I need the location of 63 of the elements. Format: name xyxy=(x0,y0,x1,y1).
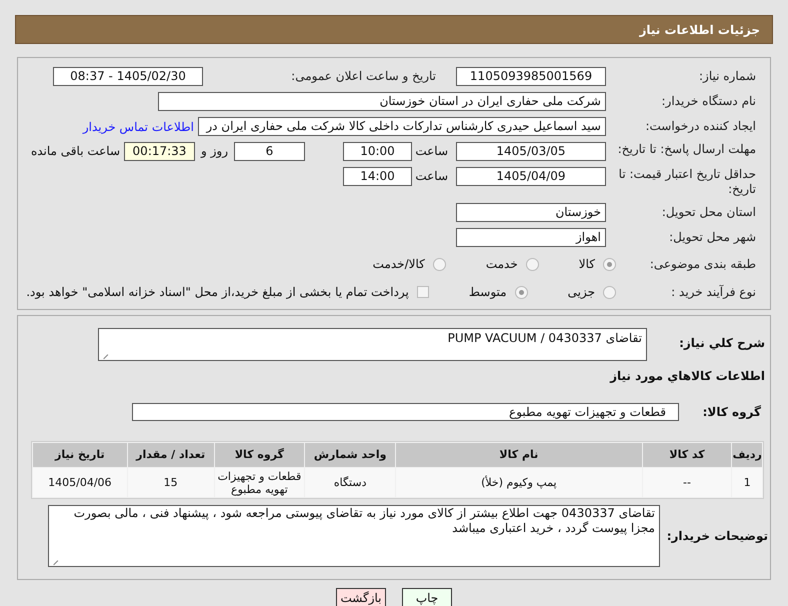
text-field[interactable]: 1105093985001569 xyxy=(456,67,606,86)
column-header: واحد شمارش xyxy=(305,443,396,467)
table-cell: -- xyxy=(642,468,732,497)
field-label: ساعت xyxy=(414,143,449,160)
radio-label: کالا/خدمت xyxy=(372,256,425,273)
radio-button[interactable] xyxy=(603,286,616,298)
contact-link[interactable]: اطلاعات تماس خریدار xyxy=(82,118,194,136)
radio-label: کالا xyxy=(578,256,595,273)
field-label: نام دستگاه خریدار: xyxy=(660,94,756,109)
text-field[interactable]: خوزستان xyxy=(456,203,606,222)
checkbox-label: پرداخت تمام یا بخشی از مبلغ خرید،از محل "اسناد خزانه اسلامی" خواهد بود. xyxy=(26,284,409,301)
print-button[interactable]: چاپ xyxy=(402,588,452,606)
field-label: گروه کالا: xyxy=(702,404,762,421)
table-cell: 1405/04/06 xyxy=(32,468,127,497)
table-cell: قطعات و تجهیزات تهویه مطبوع xyxy=(214,468,304,497)
column-header: نام کالا xyxy=(396,443,642,467)
text-field[interactable]: 1405/02/30 - 08:37 xyxy=(53,67,203,86)
text-field[interactable]: سید اسماعیل حیدری کارشناس تدارکات داخلی کالا شرکت ملی حفاری ایران در xyxy=(198,117,606,136)
radio-button[interactable] xyxy=(526,258,539,270)
field-label: نوع فرآیند خرید : xyxy=(670,284,756,300)
field-label: تاریخ و ساعت اعلان عمومی: xyxy=(290,69,436,84)
text-field[interactable]: 1405/03/05 xyxy=(456,142,606,161)
column-header: تعداد / مقدار xyxy=(128,443,214,467)
field-label: حداقل تاریخ اعتبار قیمت: تا تاریخ: xyxy=(618,167,756,197)
text-field[interactable]: 6 xyxy=(234,142,305,161)
column-header: کد کالا xyxy=(642,443,732,467)
field-label: شهر محل تحویل: xyxy=(668,230,756,245)
back-button[interactable]: بازگشت xyxy=(336,588,386,606)
countdown-field[interactable]: 00:17:33 xyxy=(124,142,195,161)
radio-label: خدمت xyxy=(486,256,518,273)
field-label: روز و xyxy=(200,143,229,160)
group-field[interactable]: قطعات و تجهیزات تهویه مطبوع xyxy=(132,403,679,421)
field-label: شرح کلي نياز: xyxy=(678,335,765,352)
radio-label: متوسط xyxy=(468,284,507,301)
radio-button[interactable] xyxy=(603,258,616,270)
column-header: ردیف xyxy=(732,443,762,467)
column-header: گروه کالا xyxy=(214,443,304,467)
text-field[interactable]: 14:00 xyxy=(343,167,412,186)
description-field[interactable]: تقاضای PUMP VACUUM / 0430337 xyxy=(98,328,647,361)
page-title: جزئیات اطلاعات نیاز xyxy=(639,22,760,38)
notes-field[interactable]: تقاضای 0430337 جهت اطلاع بیشتر از کالای مورد نیاز به تقاضای پیوستی مراجعه شود ، پیشنهاد فنی ، مالی بصورت مجزا پیوست گردد ، خرید اعتباری میباشد xyxy=(48,505,660,567)
radio-button[interactable] xyxy=(432,258,446,270)
table-cell: دستگاه xyxy=(305,468,396,497)
field-label: طبقه بندی موضوعی: xyxy=(648,256,756,272)
field-label: شماره نیاز: xyxy=(698,69,756,84)
text-field[interactable]: 1405/04/09 xyxy=(456,167,606,186)
field-label: توضیحات خریدار: xyxy=(666,528,768,545)
field-label: استان محل تحویل: xyxy=(660,205,756,220)
table-cell: 1 xyxy=(732,468,762,497)
field-label: ساعت xyxy=(414,168,449,185)
table-cell: پمپ وکیوم (خلأ) xyxy=(396,468,642,497)
checkbox[interactable] xyxy=(416,286,429,298)
radio-label: جزیی xyxy=(568,284,595,301)
column-header: تاریخ نیاز xyxy=(32,443,127,467)
table-cell: 15 xyxy=(128,468,214,497)
field-label: مهلت ارسال پاسخ: تا تاریخ: xyxy=(616,142,756,157)
text-field[interactable]: 10:00 xyxy=(343,142,412,161)
field-label: ساعت باقی مانده xyxy=(30,143,121,160)
section-title: اطلاعات کالاهاي مورد نياز xyxy=(608,368,766,385)
text-field[interactable]: شرکت ملی حفاری ایران در استان خوزستان xyxy=(158,92,606,111)
text-field[interactable]: اهواز xyxy=(456,228,606,247)
field-label: ایجاد کننده درخواست: xyxy=(644,119,756,134)
radio-button[interactable] xyxy=(514,286,528,298)
